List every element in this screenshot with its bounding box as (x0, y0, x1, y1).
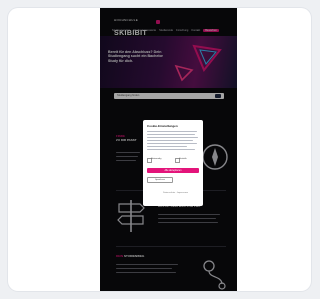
statistics-label: Statistik (179, 158, 187, 160)
cookie-text-line (147, 143, 197, 145)
cookie-text-line (147, 149, 195, 151)
cookie-text-line (147, 131, 197, 133)
save-settings-button[interactable]: Speichern (147, 177, 173, 183)
accept-all-button[interactable]: Alle akzeptieren (147, 168, 199, 173)
cookie-text-line (147, 137, 198, 139)
cookie-text-line (147, 140, 193, 142)
preview-card: HOCHSCHULE SKIBIBIT Studienangebot Studi… (8, 8, 311, 291)
necessary-label: Notwendig (151, 158, 162, 160)
cookie-dialog-title: Cookie-Einstellungen (147, 124, 178, 128)
cookie-footer-links[interactable]: Datenschutz · Impressum (163, 192, 188, 194)
cookie-consent-dialog: Cookie-Einstellungen Notwendig Statistik… (143, 120, 203, 206)
cookie-text-line (147, 134, 195, 136)
cookie-text-line (147, 146, 187, 148)
mobile-page: HOCHSCHULE SKIBIBIT Studienangebot Studi… (100, 8, 237, 291)
